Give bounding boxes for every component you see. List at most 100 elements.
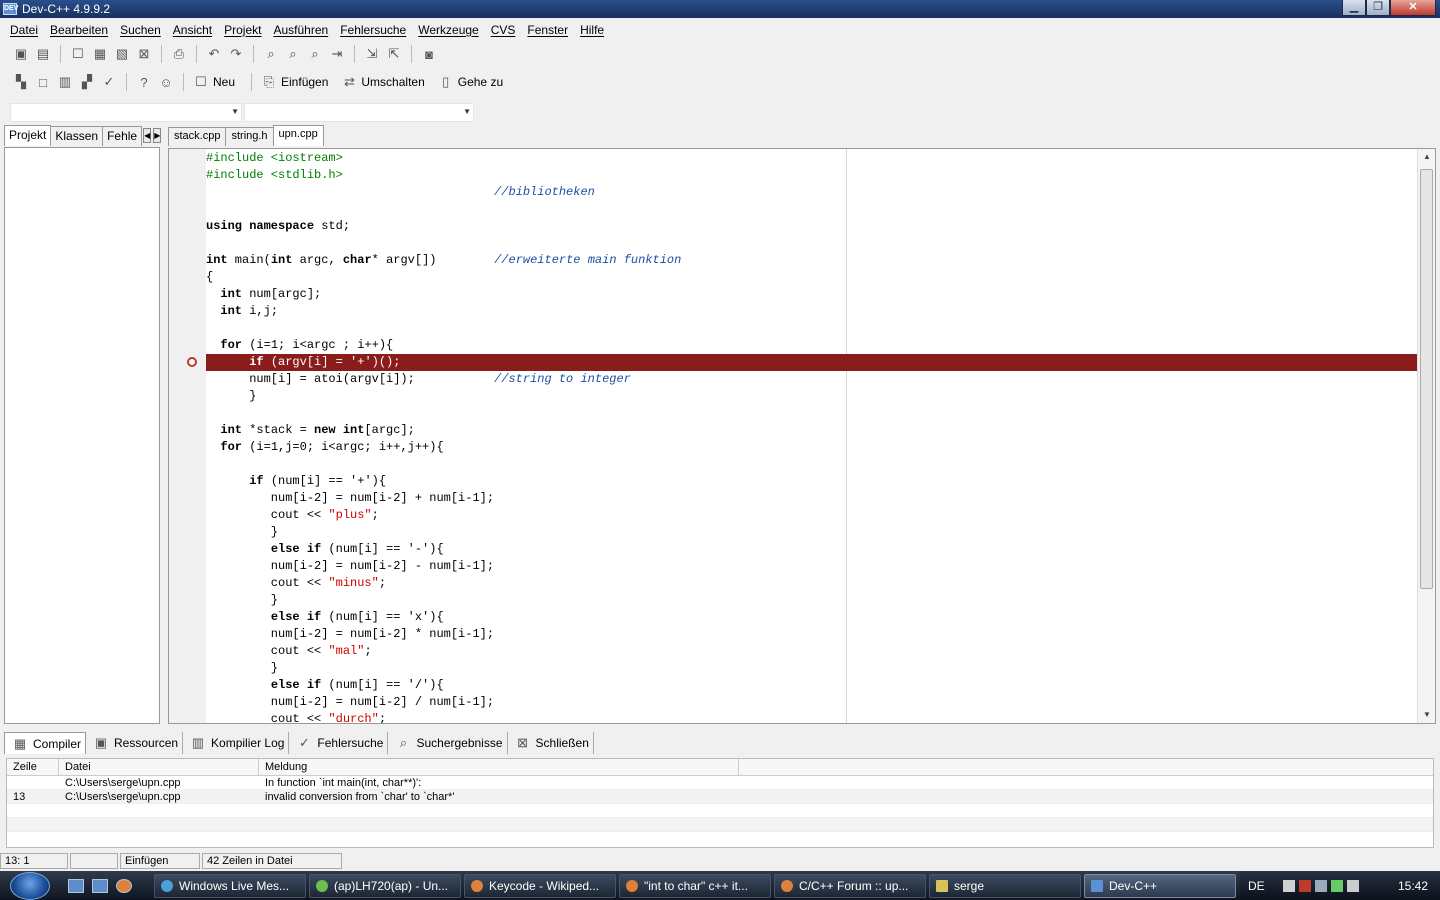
- code-line[interactable]: num[i-2] = num[i-2] / num[i-1];: [206, 694, 1418, 711]
- tab-projekt[interactable]: Projekt: [4, 125, 52, 146]
- code-line[interactable]: cout << "plus";: [206, 507, 1418, 524]
- code-line[interactable]: else if (num[i] == '-'){: [206, 541, 1418, 558]
- tab-compiler[interactable]: ▦ Compiler: [4, 732, 87, 754]
- new-class-button[interactable]: ☐ Neu: [190, 73, 235, 91]
- code-line[interactable]: }: [206, 388, 1418, 405]
- column-zeile[interactable]: Zeile: [7, 759, 59, 775]
- goto-button[interactable]: ▯ Gehe zu: [435, 73, 503, 91]
- code-line[interactable]: }: [206, 660, 1418, 677]
- code-line[interactable]: [206, 456, 1418, 473]
- code-line[interactable]: cout << "mal";: [206, 643, 1418, 660]
- code-line[interactable]: //bibliotheken: [206, 184, 1418, 201]
- code-line[interactable]: [206, 201, 1418, 218]
- scroll-up-icon[interactable]: ▲: [1418, 149, 1435, 165]
- toggle-button[interactable]: ⇄ Umschalten: [338, 73, 425, 91]
- menu-projekt[interactable]: Projekt: [218, 23, 267, 37]
- tray-expand-icon[interactable]: [1282, 879, 1295, 892]
- battery-icon[interactable]: [1330, 879, 1343, 892]
- compiler-messages[interactable]: Zeile Datei Meldung C:\Users\serge\upn.c…: [6, 758, 1434, 848]
- code-line[interactable]: else if (num[i] == '/'){: [206, 677, 1418, 694]
- code-line[interactable]: #include <iostream>: [206, 150, 1418, 167]
- code-line[interactable]: num[i-2] = num[i-2] - num[i-1];: [206, 558, 1418, 575]
- code-line[interactable]: int main(int argc, char* argv[]) //erwei…: [206, 252, 1418, 269]
- switch-windows-icon[interactable]: [92, 878, 108, 893]
- code-line[interactable]: }: [206, 524, 1418, 541]
- menu-ausfuehren[interactable]: Ausführen: [267, 23, 334, 37]
- find-next-icon[interactable]: ⌕: [306, 45, 324, 63]
- code-editor[interactable]: #include <iostream> #include <stdlib.h> /…: [168, 148, 1436, 724]
- code-line[interactable]: else if (num[i] == 'x'){: [206, 609, 1418, 626]
- code-area[interactable]: #include <iostream> #include <stdlib.h> /…: [206, 150, 1418, 723]
- volume-icon[interactable]: [1346, 879, 1359, 892]
- code-line[interactable]: for (i=1; i<argc ; i++){: [206, 337, 1418, 354]
- code-line[interactable]: num[i-2] = num[i-2] * num[i-1];: [206, 626, 1418, 643]
- comment-icon[interactable]: ◙: [420, 45, 438, 63]
- antivirus-icon[interactable]: [1298, 879, 1311, 892]
- redo-icon[interactable]: ↷: [227, 45, 245, 63]
- unindent-icon[interactable]: ⇱: [385, 45, 403, 63]
- editor-gutter[interactable]: [169, 149, 206, 723]
- help-icon[interactable]: ?: [135, 73, 153, 91]
- tab-klassen[interactable]: Klassen: [50, 126, 104, 146]
- indent-icon[interactable]: ⇲: [363, 45, 381, 63]
- tab-string-h[interactable]: string.h: [225, 127, 274, 146]
- task-devcpp[interactable]: Dev-C++: [1084, 873, 1236, 898]
- tab-schliessen[interactable]: ⊠ Schließen: [508, 732, 594, 754]
- menu-datei[interactable]: Datei: [4, 23, 44, 37]
- code-line[interactable]: [206, 235, 1418, 252]
- code-line[interactable]: {: [206, 269, 1418, 286]
- code-line[interactable]: int *stack = new int[argc];: [206, 422, 1418, 439]
- replace-icon[interactable]: ⌕: [284, 45, 302, 63]
- tab-fehler[interactable]: Fehle: [102, 126, 143, 146]
- table-row[interactable]: C:\Users\serge\upn.cpp In function `int …: [7, 776, 1433, 790]
- code-line[interactable]: num[i] = atoi(argv[i]); //string to inte…: [206, 371, 1418, 388]
- menu-fehlersuche[interactable]: Fehlersuche: [334, 23, 412, 37]
- undo-icon[interactable]: ↶: [205, 45, 223, 63]
- tab-upn-cpp[interactable]: upn.cpp: [272, 125, 324, 146]
- debug-check-icon[interactable]: ✓: [100, 73, 118, 91]
- firefox-icon[interactable]: [116, 878, 132, 893]
- column-datei[interactable]: Datei: [59, 759, 259, 775]
- error-marker-icon[interactable]: [187, 357, 197, 367]
- rebuild-icon[interactable]: ▞: [78, 73, 96, 91]
- tab-suchergebnisse[interactable]: ⌕ Suchergebnisse: [388, 732, 508, 754]
- task-keycode-wikipedia[interactable]: Keycode - Wikiped...: [464, 873, 616, 898]
- tab-scroll-left-icon[interactable]: ◀: [143, 128, 152, 143]
- find-icon[interactable]: ⌕: [262, 45, 280, 63]
- language-indicator[interactable]: DE: [1248, 879, 1265, 893]
- scroll-down-icon[interactable]: ▼: [1418, 707, 1435, 723]
- maximize-button[interactable]: ❐: [1366, 0, 1390, 16]
- tab-kompilier-log[interactable]: ▥ Kompilier Log: [183, 732, 290, 754]
- tab-scroll-right-icon[interactable]: ▶: [153, 128, 162, 143]
- code-line[interactable]: }: [206, 592, 1418, 609]
- task-windows-live-messenger[interactable]: Windows Live Mes...: [154, 873, 306, 898]
- editor-scrollbar[interactable]: ▲ ▼: [1417, 149, 1435, 723]
- code-line[interactable]: cout << "durch";: [206, 711, 1418, 723]
- code-line[interactable]: #include <stdlib.h>: [206, 167, 1418, 184]
- show-desktop-icon[interactable]: [68, 878, 84, 893]
- scroll-thumb[interactable]: [1420, 169, 1433, 589]
- code-line[interactable]: num[i-2] = num[i-2] + num[i-1];: [206, 490, 1418, 507]
- close-file-icon[interactable]: ⊠: [135, 45, 153, 63]
- code-line[interactable]: [206, 405, 1418, 422]
- table-row[interactable]: 13 C:\Users\serge\upn.cpp invalid conver…: [7, 790, 1433, 804]
- task-int-to-char[interactable]: "int to char" c++ it...: [619, 873, 771, 898]
- code-line[interactable]: int num[argc];: [206, 286, 1418, 303]
- menu-fenster[interactable]: Fenster: [521, 23, 574, 37]
- menu-cvs[interactable]: CVS: [485, 23, 522, 37]
- open-file-icon[interactable]: ▤: [34, 45, 52, 63]
- network-icon[interactable]: [1314, 879, 1327, 892]
- class-select[interactable]: ▼: [10, 102, 242, 122]
- menu-werkzeuge[interactable]: Werkzeuge: [412, 23, 484, 37]
- close-button[interactable]: ✕: [1390, 0, 1436, 16]
- tab-fehlersuche[interactable]: ✓ Fehlersuche: [289, 732, 389, 754]
- compile-icon[interactable]: ▚: [12, 73, 30, 91]
- start-button[interactable]: [10, 871, 50, 900]
- insert-button[interactable]: ⎘ Einfügen: [258, 73, 329, 91]
- title-bar[interactable]: DEV Dev-C++ 4.9.9.2 ▁ ❐ ✕: [0, 0, 1440, 18]
- save-icon[interactable]: ▦: [91, 45, 109, 63]
- run-icon[interactable]: □: [34, 73, 52, 91]
- open-project-icon[interactable]: ▣: [12, 45, 30, 63]
- code-line[interactable]: if (num[i] == '+'){: [206, 473, 1418, 490]
- task-serge[interactable]: serge: [929, 873, 1081, 898]
